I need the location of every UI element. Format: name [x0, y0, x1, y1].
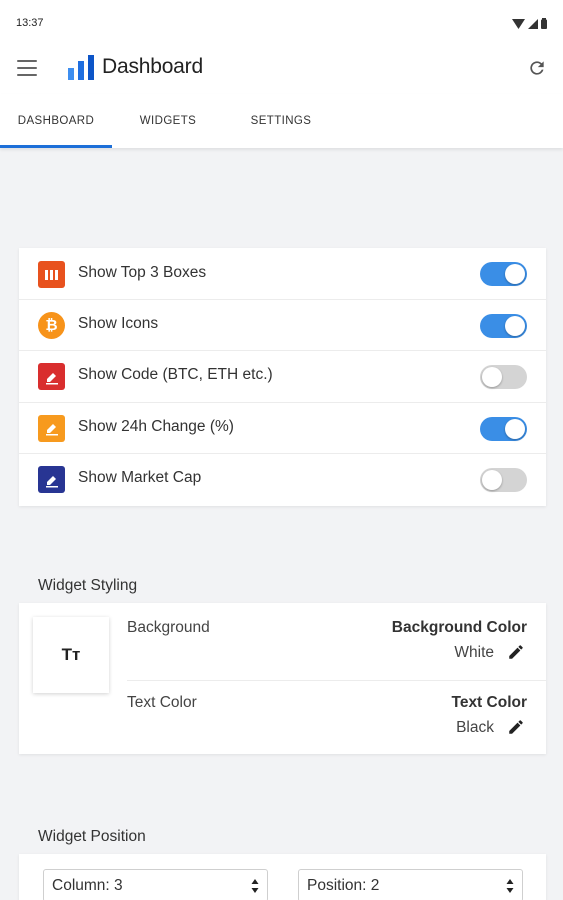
text-color-header: Text Color: [451, 694, 528, 711]
market-cap-switch[interactable]: [480, 468, 527, 493]
background-label: Background: [127, 619, 210, 636]
tab-settings[interactable]: SETTINGS: [225, 94, 337, 148]
toggle-row-market-cap[interactable]: Show Market Cap: [19, 454, 546, 506]
tab-label: DASHBOARD: [17, 115, 95, 127]
widget-styling-title: Widget Styling: [38, 577, 138, 594]
widget-styling-card: Tт Background Background Color White Tex…: [19, 603, 546, 754]
tab-widgets[interactable]: WIDGETS: [112, 94, 224, 148]
position-select[interactable]: Position: 2: [298, 869, 523, 900]
bitcoin-icon: ₿: [38, 311, 65, 339]
toggle-label: Show Icons: [78, 314, 159, 332]
toggle-label: Show Top 3 Boxes: [78, 264, 207, 281]
preview-text: Tт: [61, 645, 81, 664]
text-color-value: Black: [456, 719, 494, 736]
format-code-icon: [38, 363, 65, 391]
toggle-label: Show 24h Change (%): [78, 417, 234, 435]
text-color-row[interactable]: Text Color Text Color Black: [127, 693, 546, 753]
select-arrows-icon: [506, 879, 514, 893]
change-switch[interactable]: [480, 416, 527, 441]
system-icons: [512, 18, 547, 29]
tab-label: SETTINGS: [250, 115, 312, 127]
background-color-header: Background Color: [391, 619, 527, 636]
toggle-row-24h-change[interactable]: Show 24h Change (%): [19, 403, 546, 455]
battery-icon: [541, 18, 547, 29]
top-boxes-switch[interactable]: [480, 262, 527, 286]
display-options-card: Show Top 3 Boxes ₿ Show Icons Show Code …: [19, 248, 546, 506]
text-style-preview: Tт: [33, 617, 109, 693]
divider: [127, 680, 546, 681]
widget-position-title: Widget Position: [38, 828, 146, 845]
column-select[interactable]: Column: 3: [43, 869, 268, 900]
app-title: Dashboard: [102, 55, 203, 78]
toggle-label: Show Code (BTC, ETH etc.): [78, 366, 273, 384]
widget-position-card: Column: 3 Position: 2: [19, 854, 546, 900]
pencil-icon[interactable]: [507, 643, 525, 661]
tab-bar: DASHBOARD WIDGETS SETTINGS: [0, 94, 563, 148]
hamburger-menu-icon[interactable]: [17, 60, 37, 76]
pencil-icon[interactable]: [507, 718, 525, 736]
background-color-value: White: [454, 644, 494, 661]
status-time: 13:37: [16, 17, 44, 29]
icons-switch[interactable]: [480, 313, 527, 338]
code-switch[interactable]: [480, 365, 527, 390]
position-select-value: Position: 2: [307, 877, 380, 894]
bar-chart-logo-icon: [68, 55, 94, 80]
status-bar: 13:37: [0, 0, 563, 44]
background-color-row[interactable]: Background Background Color White: [127, 618, 546, 678]
text-color-label: Text Color: [127, 694, 197, 711]
app-bar: Dashboard: [0, 44, 563, 94]
boxes-icon: [38, 261, 65, 288]
column-select-value: Column: 3: [52, 877, 123, 894]
format-marketcap-icon: [38, 466, 65, 494]
signal-icon: [528, 18, 538, 29]
tab-dashboard[interactable]: DASHBOARD: [0, 94, 112, 148]
toggle-row-code[interactable]: Show Code (BTC, ETH etc.): [19, 351, 546, 403]
wifi-icon: [512, 18, 525, 29]
tab-label: WIDGETS: [139, 115, 197, 127]
toggle-label: Show Market Cap: [78, 469, 202, 487]
format-change-icon: [38, 414, 65, 442]
refresh-icon[interactable]: [527, 58, 547, 78]
select-arrows-icon: [251, 879, 259, 893]
toggle-row-icons[interactable]: ₿ Show Icons: [19, 300, 546, 352]
toggle-row-top-boxes[interactable]: Show Top 3 Boxes: [19, 248, 546, 300]
